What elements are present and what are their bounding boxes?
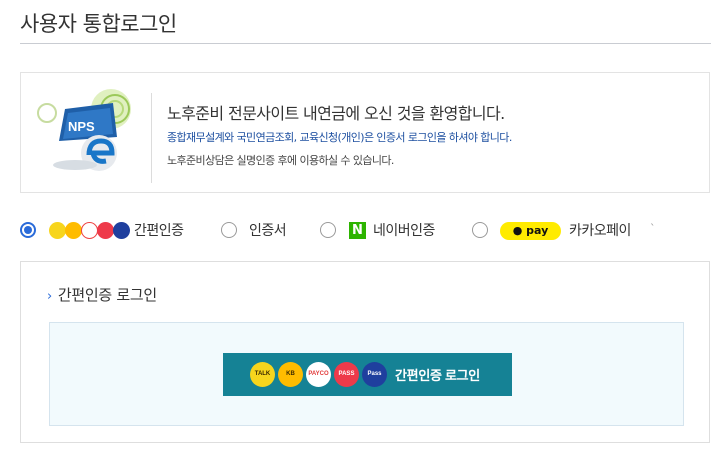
radio-kakaopay[interactable] <box>472 222 488 238</box>
radio-naver[interactable] <box>320 222 336 238</box>
panel-heading: › 간편인증 로그인 <box>47 284 157 305</box>
nps-logo: NPS <box>37 89 131 171</box>
decorative-tick: ` <box>650 222 656 235</box>
login-method-group: 간편인증 인증서 N 네이버인증 ● pay 카카오페이 ` <box>20 219 710 243</box>
samsung-pass-icon: Pass <box>362 362 387 387</box>
login-button-area: TALK KB PAYCO PASS Pass 간편인증 로그인 <box>49 322 684 426</box>
kakaotalk-icon <box>49 222 66 239</box>
samsung-pass-icon <box>113 222 130 239</box>
simple-auth-login-button[interactable]: TALK KB PAYCO PASS Pass 간편인증 로그인 <box>223 353 512 396</box>
kakaopay-icon: ● pay <box>500 222 561 240</box>
login-button-label: 간편인증 로그인 <box>395 368 480 383</box>
naver-auth-label[interactable]: 네이버인증 <box>373 220 435 240</box>
chevron-right-icon: › <box>47 289 52 304</box>
simple-auth-panel: › 간편인증 로그인 TALK KB PAYCO PASS Pass 간편인증 로… <box>20 261 710 443</box>
payco-icon <box>81 222 98 239</box>
nps-logo-text: NPS <box>68 119 95 134</box>
payco-icon: PAYCO <box>306 362 331 387</box>
welcome-divider <box>151 93 152 183</box>
kakaopay-label[interactable]: 카카오페이 <box>569 220 631 240</box>
page-title: 사용자 통합로그인 <box>20 12 177 36</box>
welcome-title: 노후준비 전문사이트 내연금에 오신 것을 환영합니다. <box>167 104 505 123</box>
radio-certificate[interactable] <box>221 222 237 238</box>
naver-icon: N <box>349 222 366 239</box>
welcome-box: NPS 노후준비 전문사이트 내연금에 오신 것을 환영합니다. 종합재무설계와… <box>20 72 710 193</box>
certificate-label[interactable]: 인증서 <box>249 220 287 240</box>
panel-heading-text: 간편인증 로그인 <box>57 286 157 304</box>
welcome-notice-consulting: 노후준비상담은 실명인증 후에 이용하실 수 있습니다. <box>167 154 394 167</box>
radio-simple-auth[interactable] <box>20 222 36 238</box>
simple-auth-label[interactable]: 간편인증 <box>134 220 184 240</box>
kb-icon: KB <box>278 362 303 387</box>
kb-icon <box>65 222 82 239</box>
kakaotalk-icon: TALK <box>250 362 275 387</box>
welcome-notice-certificate: 종합재무설계와 국민연금조회, 교육신청(개인)은 인증서 로그인을 하셔야 합… <box>167 131 512 144</box>
title-divider <box>20 43 711 44</box>
pass-icon <box>97 222 114 239</box>
pass-icon: PASS <box>334 362 359 387</box>
kakaopay-badge-text: pay <box>526 224 549 237</box>
